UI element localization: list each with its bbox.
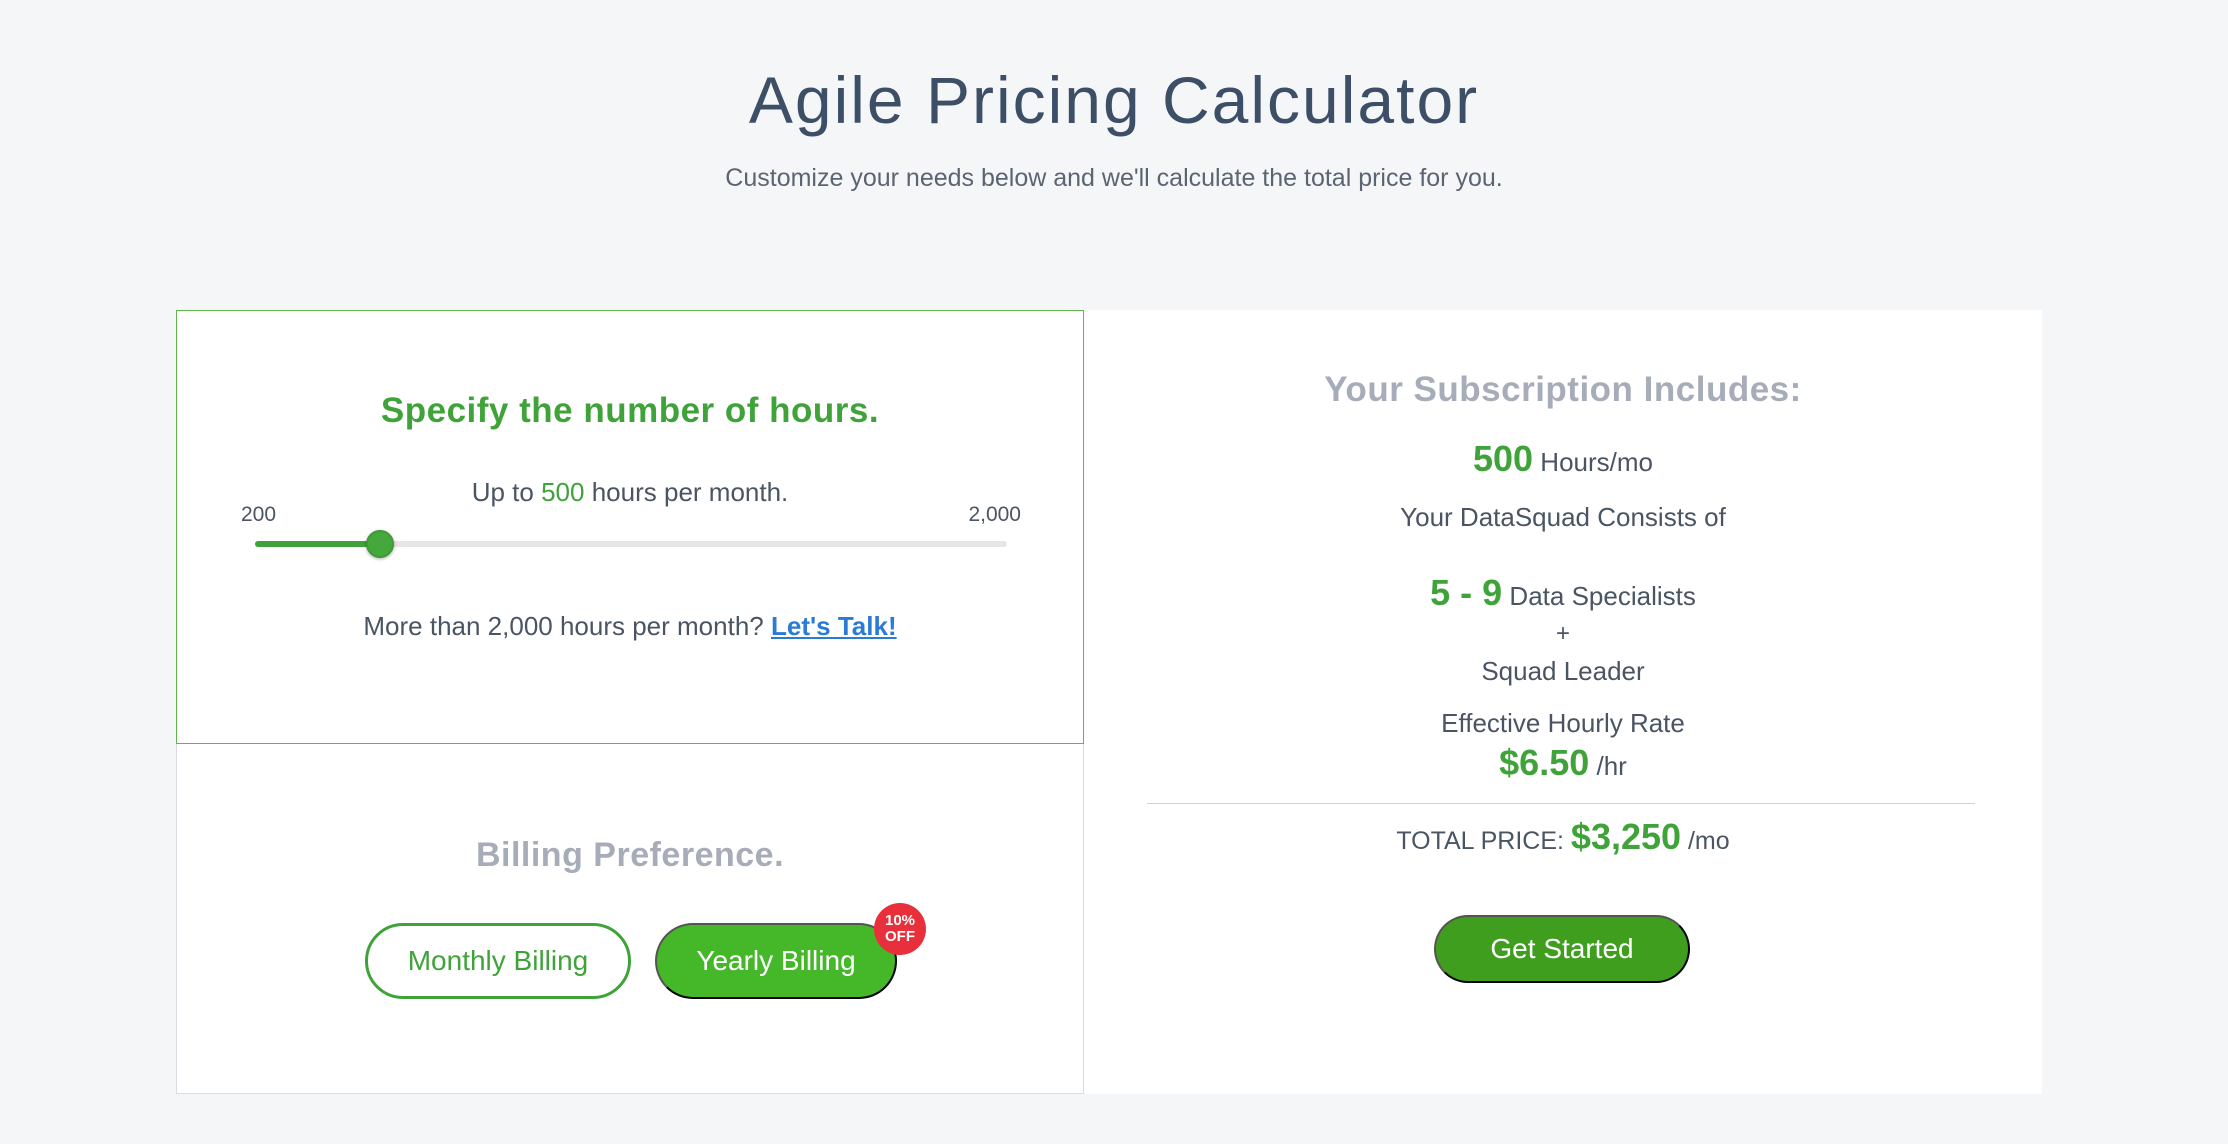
total-row: TOTAL PRICE: $3,250 /mo	[1084, 816, 2042, 858]
page-subtitle: Customize your needs below and we'll cal…	[725, 164, 1503, 192]
specialists-row: 5 - 9 Data Specialists	[1084, 572, 2042, 614]
summary-hours-value: 500	[1472, 438, 1534, 479]
slider-fill	[255, 541, 381, 547]
total-value: $3,250	[1570, 816, 1682, 857]
hours-prefix: Up to	[471, 477, 534, 507]
talk-prefix: More than 2,000 hours per month?	[363, 611, 764, 641]
page-title: Agile Pricing Calculator	[748, 63, 1480, 137]
billing-title: Billing Preference.	[475, 836, 785, 874]
billing-card: Billing Preference. Monthly Billing Year…	[176, 744, 1084, 1094]
plus-sign: +	[1555, 620, 1570, 647]
hours-card: Specify the number of hours. Up to 500 h…	[176, 310, 1084, 744]
hours-suffix: hours per month.	[591, 477, 789, 507]
hours-slider[interactable]	[255, 530, 1007, 558]
specialists-value: 5 - 9	[1430, 572, 1503, 613]
summary-card: Your Subscription Includes: 500 Hours/mo…	[1084, 310, 2042, 1094]
slider-max-label: 2,000	[968, 503, 1021, 526]
squad-label: Your DataSquad Consists of	[1400, 502, 1726, 532]
divider	[1147, 803, 1975, 804]
summary-hours: 500 Hours/mo	[1084, 438, 2042, 480]
talk-line: More than 2,000 hours per month? Let's T…	[177, 611, 1083, 642]
specialists-label: Data Specialists	[1509, 581, 1696, 611]
squad-leader-label: Squad Leader	[1481, 656, 1645, 686]
total-unit: /mo	[1687, 827, 1730, 855]
get-started-button[interactable]: Get Started	[1434, 915, 1690, 983]
rate-label: Effective Hourly Rate	[1441, 708, 1685, 738]
rate-unit: /hr	[1596, 751, 1627, 781]
hours-title: Specify the number of hours.	[380, 391, 880, 430]
yearly-billing-button[interactable]: Yearly Billing	[655, 923, 897, 999]
slider-thumb[interactable]	[366, 530, 395, 558]
rate-row: $6.50 /hr	[1084, 742, 2042, 784]
discount-badge-text: 10% OFF	[884, 912, 916, 945]
slider-min-label: 200	[241, 503, 277, 526]
discount-badge: 10% OFF	[874, 903, 926, 955]
hours-summary: Up to 500 hours per month.	[177, 477, 1083, 508]
total-label: TOTAL PRICE:	[1396, 827, 1564, 855]
summary-title: Your Subscription Includes:	[1324, 370, 1802, 409]
summary-hours-unit: Hours/mo	[1540, 447, 1653, 477]
lets-talk-link[interactable]: Let's Talk!	[771, 611, 897, 641]
hours-value: 500	[541, 477, 585, 507]
monthly-billing-button[interactable]: Monthly Billing	[365, 923, 631, 999]
rate-value: $6.50	[1499, 742, 1590, 783]
